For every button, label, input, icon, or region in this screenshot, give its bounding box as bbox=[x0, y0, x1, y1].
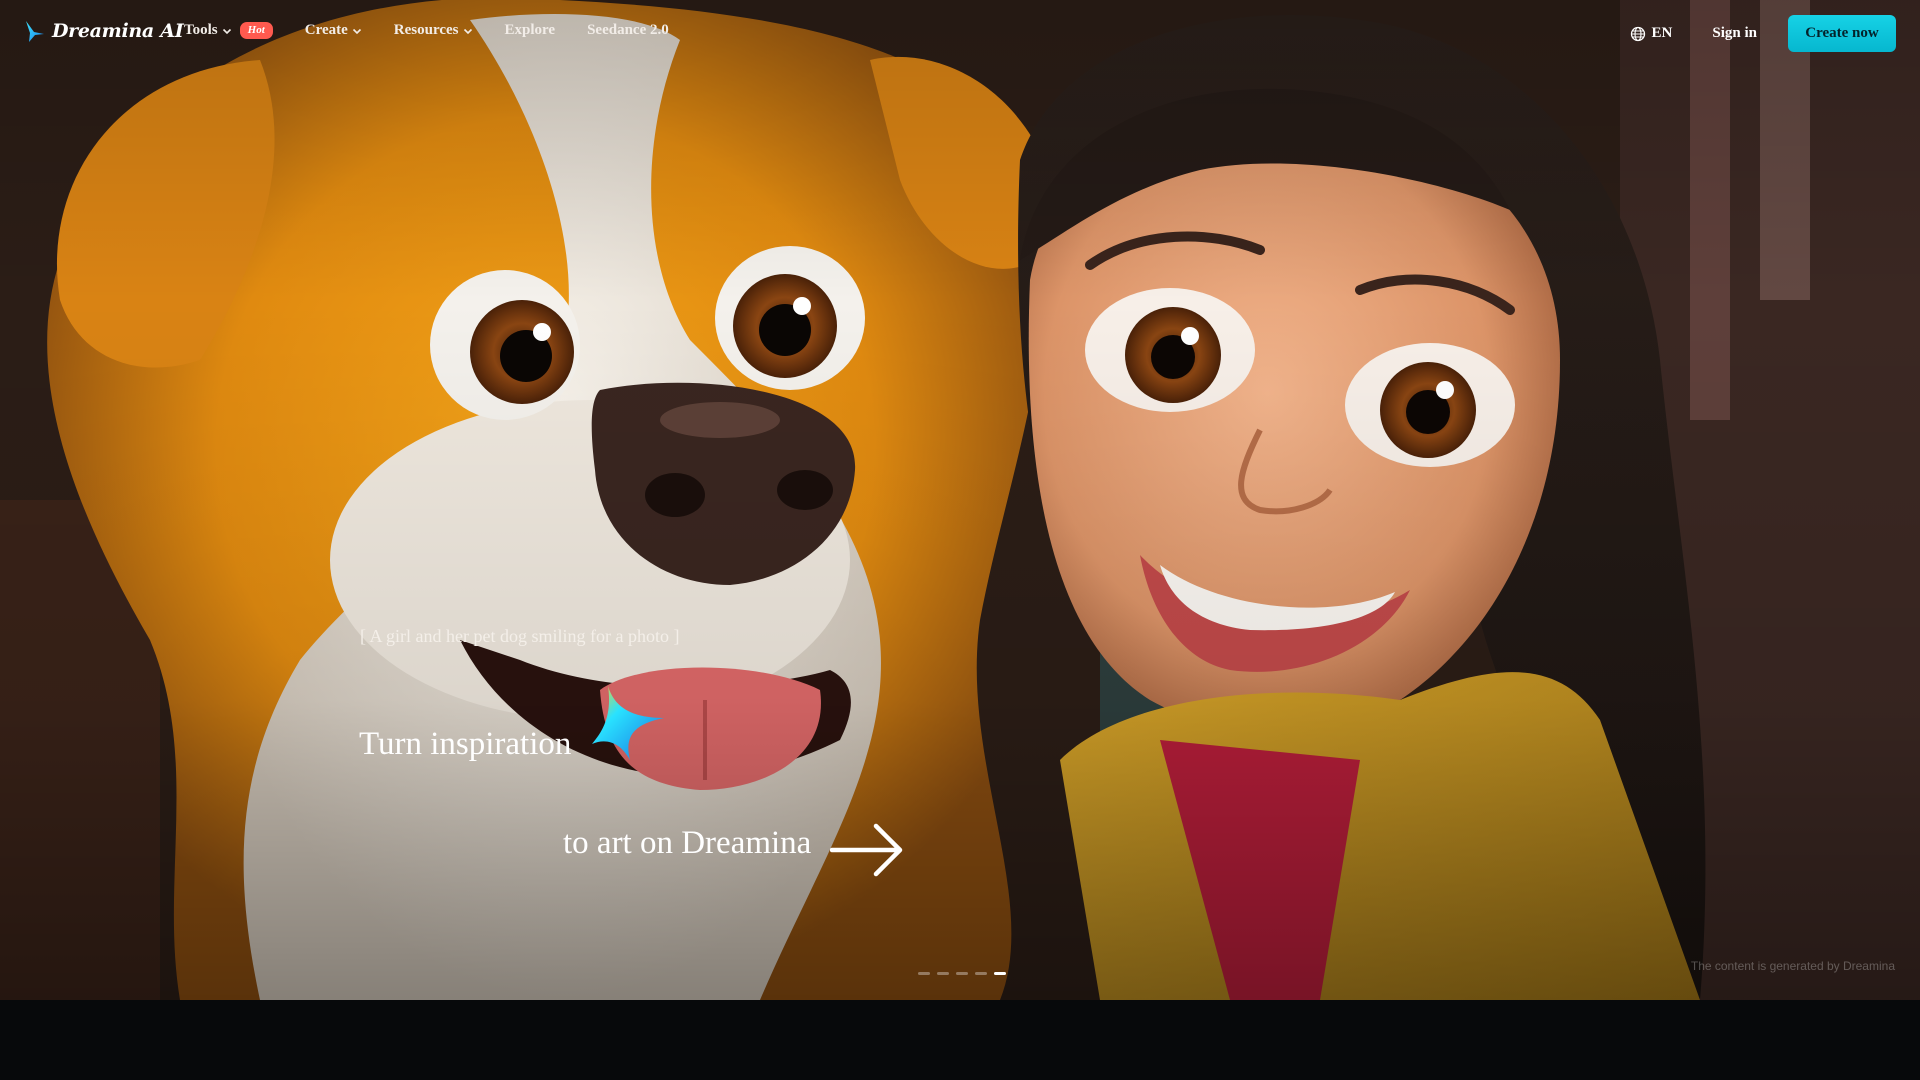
dreamina-star-icon bbox=[26, 21, 44, 42]
carousel-dot[interactable] bbox=[975, 972, 987, 975]
language-label: EN bbox=[1651, 25, 1673, 41]
nav-item-explore[interactable]: Explore bbox=[505, 22, 556, 39]
hot-badge: Hot bbox=[239, 22, 273, 39]
carousel-indicators bbox=[918, 972, 1006, 975]
hero-headline-line1: Turn inspiration bbox=[359, 726, 572, 762]
carousel-dot[interactable] bbox=[918, 972, 930, 975]
language-selector[interactable]: EN bbox=[1630, 25, 1673, 42]
globe-icon bbox=[1630, 26, 1645, 41]
carousel-dot[interactable] bbox=[937, 972, 949, 975]
nav-item-create[interactable]: Create bbox=[305, 22, 362, 39]
nav-actions: EN Sign in Create now bbox=[1630, 15, 1896, 52]
nav-item-label: Tools bbox=[184, 22, 218, 38]
hero-headline-line2: to art on Dreamina bbox=[563, 825, 812, 861]
hero-overlay bbox=[0, 0, 1920, 1000]
carousel-dot-active[interactable] bbox=[994, 972, 1006, 975]
hero-prompt: [ A girl and her pet dog smiling for a p… bbox=[360, 626, 680, 646]
nav-item-label: Seedance 2.0 bbox=[587, 22, 669, 38]
nav-item-resources[interactable]: Resources bbox=[394, 22, 473, 39]
ai-disclaimer: The content is generated by Dreamina bbox=[1690, 959, 1895, 973]
nav-links: Tools Hot Create Resources Explore Seeda… bbox=[184, 22, 701, 39]
nav-item-tools[interactable]: Tools Hot bbox=[184, 22, 273, 39]
nav-item-label: Explore bbox=[504, 22, 556, 38]
four-point-star-icon bbox=[592, 686, 664, 760]
arrow-right-icon[interactable] bbox=[830, 820, 906, 880]
create-now-button[interactable]: Create now bbox=[1788, 15, 1896, 52]
nav-item-seedance[interactable]: Seedance 2.0 bbox=[587, 22, 669, 39]
chevron-down-icon bbox=[352, 28, 361, 34]
chevron-down-icon bbox=[463, 28, 472, 34]
hero-section: Dreamina AI Tools Hot Create Resources E… bbox=[0, 0, 1920, 1000]
nav-item-label: Resources bbox=[393, 22, 459, 38]
sign-in-link[interactable]: Sign in bbox=[1712, 25, 1757, 42]
carousel-dot[interactable] bbox=[956, 972, 968, 975]
logo[interactable]: Dreamina AI bbox=[22, 20, 184, 42]
logo-text: Dreamina AI bbox=[52, 20, 184, 42]
page-footer-band bbox=[0, 1000, 1920, 1080]
top-navigation: Dreamina AI Tools Hot Create Resources E… bbox=[0, 0, 1920, 68]
chevron-down-icon bbox=[222, 28, 231, 34]
nav-item-label: Create bbox=[304, 22, 348, 38]
